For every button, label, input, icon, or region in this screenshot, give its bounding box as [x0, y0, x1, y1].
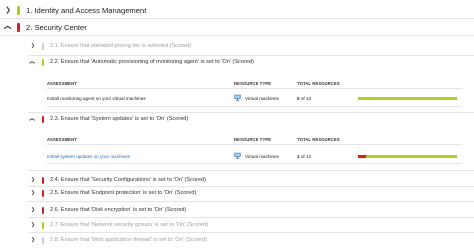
section-row-identity[interactable]: ❯ 1. Identity and Access Management — [0, 3, 474, 17]
control-label: 2.1. Ensure that standard pricing tier i… — [50, 43, 192, 49]
control-label: 2.7. Ensure that 'Network security group… — [50, 222, 209, 228]
progress-fail-segment — [358, 155, 366, 158]
chevron-up-icon[interactable]: ❯ — [5, 23, 12, 31]
chevron-right-icon[interactable]: ❯ — [29, 207, 37, 213]
divider — [28, 201, 474, 202]
status-fail-indicator — [42, 176, 44, 184]
status-fail-indicator — [42, 115, 44, 123]
column-header-assessment: ASSESSMENT — [47, 137, 77, 142]
status-fail-indicator — [42, 206, 44, 214]
column-header-resource-type: RESOURCE TYPE — [234, 137, 272, 142]
control-row-2-4[interactable]: ❯ 2.4. Ensure that 'Security Configurati… — [0, 175, 474, 185]
control-row-2-5[interactable]: ❯ 2.5. Ensure that 'Endpoint protection'… — [0, 188, 474, 198]
control-row-2-3[interactable]: ❯ 2.3. Ensure that 'System updates' is s… — [0, 114, 474, 124]
control-label: 2.4. Ensure that 'Security Configuration… — [50, 177, 206, 183]
divider — [28, 170, 474, 171]
status-pass-indicator — [17, 5, 20, 15]
chevron-right-icon[interactable]: ❯ — [29, 222, 37, 228]
divider — [28, 186, 474, 187]
resource-count: 1 of 13 — [297, 154, 311, 159]
assessment-name[interactable]: Install monitoring agent on your virtual… — [47, 96, 146, 101]
status-pass-indicator — [42, 221, 44, 229]
progress-bar — [358, 97, 457, 100]
progress-bar — [358, 155, 457, 158]
total-count: of 13 — [300, 96, 312, 101]
section-title: 1. Identity and Access Management — [26, 5, 147, 15]
column-header-total-resources: TOTAL RESOURCES — [297, 81, 340, 86]
chevron-right-icon[interactable]: ❯ — [29, 237, 37, 243]
divider — [47, 88, 462, 89]
control-label: 2.8. Ensure that 'Web application firewa… — [50, 237, 207, 243]
chevron-up-icon[interactable]: ❯ — [30, 58, 36, 66]
column-header-total-resources: TOTAL RESOURCES — [297, 137, 340, 142]
status-na-indicator — [42, 236, 44, 244]
column-header-assessment: ASSESSMENT — [47, 81, 77, 86]
divider — [28, 112, 474, 113]
resource-type: Virtual machines — [245, 154, 279, 159]
assessment-link[interactable]: Install system updates on your machines — [47, 154, 130, 159]
divider — [28, 55, 474, 56]
chevron-right-icon[interactable]: ❯ — [4, 7, 12, 14]
resource-type: Virtual machines — [245, 96, 279, 101]
status-pass-indicator — [42, 58, 44, 66]
column-header-resource-type: RESOURCE TYPE — [234, 81, 272, 86]
divider — [0, 35, 474, 36]
status-na-indicator — [42, 42, 44, 50]
chevron-up-icon[interactable]: ❯ — [30, 115, 36, 123]
control-label: 2.5. Ensure that 'Endpoint protection' i… — [50, 190, 197, 196]
divider — [28, 217, 474, 218]
divider — [0, 18, 474, 19]
divider — [47, 163, 462, 164]
chevron-right-icon[interactable]: ❯ — [29, 190, 37, 196]
failing-count: 1 — [297, 154, 300, 159]
control-label: 2.3. Ensure that 'System updates' is set… — [50, 116, 189, 122]
divider — [47, 106, 462, 107]
divider — [28, 232, 474, 233]
chevron-right-icon[interactable]: ❯ — [29, 177, 37, 183]
divider — [47, 144, 462, 145]
virtual-machine-icon — [234, 152, 241, 159]
section-row-security-center[interactable]: ❯ 2. Security Center — [0, 20, 474, 34]
status-fail-indicator — [42, 189, 44, 197]
control-row-2-8[interactable]: ❯ 2.8. Ensure that 'Web application fire… — [0, 235, 474, 245]
resource-count: 0 of 13 — [297, 96, 311, 101]
control-row-2-6[interactable]: ❯ 2.6. Ensure that 'Disk encryption' is … — [0, 205, 474, 215]
control-label: 2.2. Ensure that 'Automatic provisioning… — [50, 59, 254, 65]
control-row-2-7[interactable]: ❯ 2.7. Ensure that 'Network security gro… — [0, 220, 474, 230]
virtual-machine-icon — [234, 94, 241, 101]
section-title: 2. Security Center — [26, 22, 87, 32]
failing-count: 0 — [297, 96, 300, 101]
total-count: of 13 — [300, 154, 312, 159]
control-label: 2.6. Ensure that 'Disk encryption' is se… — [50, 207, 187, 213]
status-fail-indicator — [17, 22, 20, 32]
control-row-2-1[interactable]: ❯ 2.1. Ensure that standard pricing tier… — [0, 41, 474, 51]
control-row-2-2[interactable]: ❯ 2.2. Ensure that 'Automatic provisioni… — [0, 57, 474, 67]
chevron-right-icon[interactable]: ❯ — [29, 43, 37, 49]
